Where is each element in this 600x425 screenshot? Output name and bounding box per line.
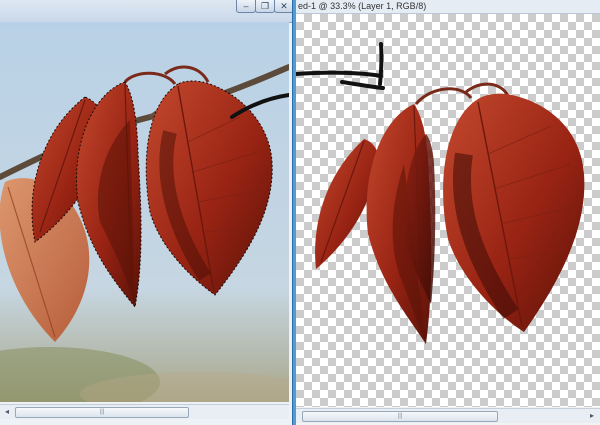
extracted-leaves — [296, 42, 585, 344]
scroll-left-icon[interactable]: ◂ — [1, 406, 13, 418]
minimize-icon: – — [243, 0, 249, 11]
close-button[interactable]: ✕ — [274, 0, 293, 13]
scroll-right-icon[interactable]: ▸ — [586, 410, 598, 422]
restore-icon: ❐ — [260, 0, 270, 11]
extracted-window-titlebar[interactable]: ed-1 @ 33.3% (Layer 1, RGB/8) — [296, 0, 600, 14]
document-title: ed-1 @ 33.3% (Layer 1, RGB/8) — [298, 1, 427, 11]
restore-button[interactable]: ❐ — [255, 0, 275, 13]
source-horizontal-scrollbar[interactable]: ◂ ||| — [0, 404, 289, 419]
extracted-document-window[interactable]: ed-1 @ 33.3% (Layer 1, RGB/8) ||| ▸ — [296, 0, 600, 425]
source-canvas[interactable] — [0, 22, 289, 402]
source-window-titlebar[interactable]: – ❐ ✕ — [0, 0, 293, 23]
extracted-horizontal-scrollbar[interactable]: ||| ▸ — [296, 408, 600, 423]
source-photo — [0, 22, 289, 402]
scrollbar-thumb[interactable]: ||| — [302, 411, 498, 422]
source-document-window[interactable]: – ❐ ✕ ◂ ||| — [0, 0, 293, 425]
close-icon: ✕ — [280, 0, 288, 11]
minimize-button[interactable]: – — [236, 0, 256, 13]
scrollbar-thumb[interactable]: ||| — [15, 407, 189, 418]
transparent-canvas[interactable] — [296, 14, 600, 407]
